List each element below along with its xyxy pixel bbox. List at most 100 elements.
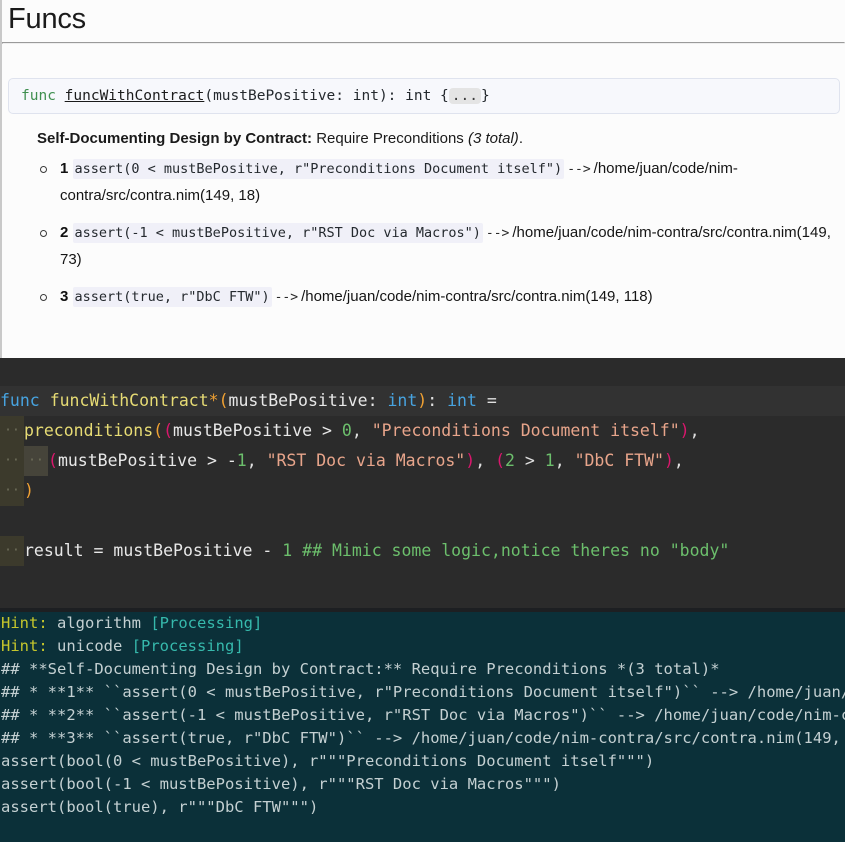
terminal-text: algorithm — [47, 614, 151, 632]
code-token: , — [475, 451, 496, 470]
code-token: result = mustBePositive - — [24, 541, 283, 560]
code-token: ## Mimic some logic,notice theres no "bo… — [302, 541, 730, 560]
precondition-code: assert(-1 < mustBePositive, r"RST Doc vi… — [72, 223, 483, 243]
list-item: 1 assert(0 < mustBePositive, r"Precondit… — [32, 156, 831, 209]
code-token: ( — [48, 451, 58, 470]
precondition-list: 1 assert(0 < mustBePositive, r"Precondit… — [32, 156, 831, 311]
code-token: ( — [495, 451, 505, 470]
title-divider — [2, 42, 845, 44]
doc-lead-normal: Require Preconditions — [312, 130, 468, 147]
terminal-text: assert(bool(-1 < mustBePositive), r"""RS… — [1, 775, 561, 793]
indent-guide-marker: ·· — [0, 416, 24, 446]
code-token: mustBePositive: — [228, 391, 388, 410]
indent-guide-marker: ·· — [0, 446, 24, 476]
code-token: 0 — [341, 421, 352, 440]
precondition-index: 3 — [60, 288, 69, 305]
documentation-panel: Funcs func funcWithContract(mustBePositi… — [0, 0, 845, 358]
code-token: , — [554, 451, 575, 470]
app-root: Funcs func funcWithContract(mustBePositi… — [0, 0, 845, 842]
doc-lead-bold: Self-Documenting Design by Contract: — [37, 130, 313, 147]
expand-body-toggle[interactable]: ... — [448, 88, 481, 104]
terminal-text: [Processing] — [131, 637, 244, 655]
doc-lead-tail: . — [518, 130, 523, 147]
list-item: 2 assert(-1 < mustBePositive, r"RST Doc … — [32, 220, 831, 273]
code-token: > — [514, 451, 545, 470]
code-token: 2 — [505, 451, 515, 470]
indent-guide-marker: ·· — [24, 446, 48, 476]
precondition-index: 2 — [60, 224, 69, 241]
terminal-text: ## * **1** ``assert(0 < mustBePositive, … — [1, 683, 845, 701]
code-token: = — [476, 391, 497, 410]
editor-code-area[interactable]: func funcWithContract*(mustBePositive: i… — [0, 386, 845, 566]
signature-function-link[interactable]: funcWithContract — [65, 88, 205, 104]
documentation-body: Self-Documenting Design by Contract: Req… — [2, 114, 845, 311]
doc-lead-italic: (3 total) — [467, 130, 519, 147]
source-location-path: /home/juan/code/nim-contra/src/contra.ni… — [301, 288, 653, 305]
code-token: funcWithContract — [49, 391, 209, 410]
terminal-log: Hint: algorithm [Processing] Hint: unicod… — [0, 612, 845, 819]
terminal-text: ## * **3** ``assert(true, r"DbC FTW")`` … — [1, 729, 845, 747]
term-doc-item-1: ## * **1** ``assert(0 < mustBePositive, … — [0, 681, 845, 704]
editor-top-strip — [0, 358, 845, 386]
code-token: int — [387, 391, 418, 410]
code-token: ) — [679, 421, 690, 440]
code-token: , — [689, 421, 700, 440]
code-token: : — [427, 391, 448, 410]
terminal-text: ## **Self-Documenting Design by Contract… — [1, 660, 720, 678]
list-item: 3 assert(true, r"DbC FTW") -->/home/juan/… — [32, 284, 831, 311]
terminal-text: unicode — [47, 637, 132, 655]
page-title: Funcs — [8, 3, 86, 35]
term-assert-3: assert(bool(true), r"""DbC FTW""") — [0, 796, 845, 819]
line-func-signature[interactable]: func funcWithContract*(mustBePositive: i… — [0, 386, 845, 416]
code-token: mustBePositive > - — [57, 451, 237, 470]
code-token: ( — [163, 421, 174, 440]
precondition-code: assert(0 < mustBePositive, r"Preconditio… — [72, 159, 565, 179]
precondition-index: 1 — [60, 160, 69, 177]
signature-close-brace: } — [480, 88, 490, 104]
terminal-output-panel[interactable]: Hint: algorithm [Processing] Hint: unicod… — [0, 608, 845, 842]
line-preconditions-close[interactable]: ··) — [0, 476, 845, 506]
code-editor[interactable]: func funcWithContract*(mustBePositive: i… — [0, 358, 845, 608]
line-preconditions-open[interactable]: ·· preconditions((mustBePositive > 0, "Pr… — [0, 416, 845, 446]
terminal-text: ## * **2** ``assert(-1 < mustBePositive,… — [1, 706, 845, 724]
line-result[interactable]: ·· result = mustBePositive - 1 ## Mimic s… — [0, 536, 845, 566]
code-token: ) — [24, 481, 34, 500]
code-token: "DbC FTW" — [574, 451, 664, 470]
term-doc-item-3: ## * **3** ``assert(true, r"DbC FTW")`` … — [0, 727, 845, 750]
code-token: 1 — [544, 451, 555, 470]
code-token: *( — [208, 391, 229, 410]
terminal-text: assert(bool(0 < mustBePositive), r"""Pre… — [1, 752, 655, 770]
code-token: 1 — [236, 451, 247, 470]
code-token: , — [673, 451, 684, 470]
term-assert-2: assert(bool(-1 < mustBePositive), r"""RS… — [0, 773, 845, 796]
terminal-text: Hint: — [1, 614, 48, 632]
code-token: int — [447, 391, 477, 410]
signature-params: (mustBePositive: int): int { — [204, 88, 449, 104]
line-blank[interactable] — [0, 506, 845, 536]
doc-lead-paragraph: Self-Documenting Design by Contract: Req… — [37, 128, 831, 150]
term-hint-algorithm: Hint: algorithm [Processing] — [0, 612, 845, 635]
code-token: , — [351, 421, 372, 440]
term-assert-1: assert(bool(0 < mustBePositive), r"""Pre… — [0, 750, 845, 773]
term-doc-heading: ## **Self-Documenting Design by Contract… — [0, 658, 845, 681]
code-token: preconditions — [24, 421, 154, 440]
function-signature-box: func funcWithContract(mustBePositive: in… — [8, 78, 840, 114]
code-token: ) — [465, 451, 476, 470]
code-token: ) — [663, 451, 674, 470]
code-token: ( — [153, 421, 164, 440]
code-token: ) — [417, 391, 428, 410]
line-preconditions-rest[interactable]: ·· ·· (mustBePositive > -1, "RST Doc via M… — [0, 446, 845, 476]
indent-guide-marker: ·· — [0, 536, 24, 566]
precondition-code: assert(true, r"DbC FTW") — [72, 287, 272, 307]
terminal-text: [Processing] — [150, 614, 263, 632]
arrow-separator: --> — [485, 226, 510, 241]
term-hint-unicode: Hint: unicode [Processing] — [0, 635, 845, 658]
code-token: mustBePositive > — [173, 421, 342, 440]
arrow-separator: --> — [274, 290, 299, 305]
indent-guide-marker: ·· — [0, 476, 24, 506]
terminal-text: Hint: — [1, 637, 48, 655]
arrow-separator: --> — [567, 162, 591, 177]
code-token: "Preconditions Document itself" — [371, 421, 680, 440]
